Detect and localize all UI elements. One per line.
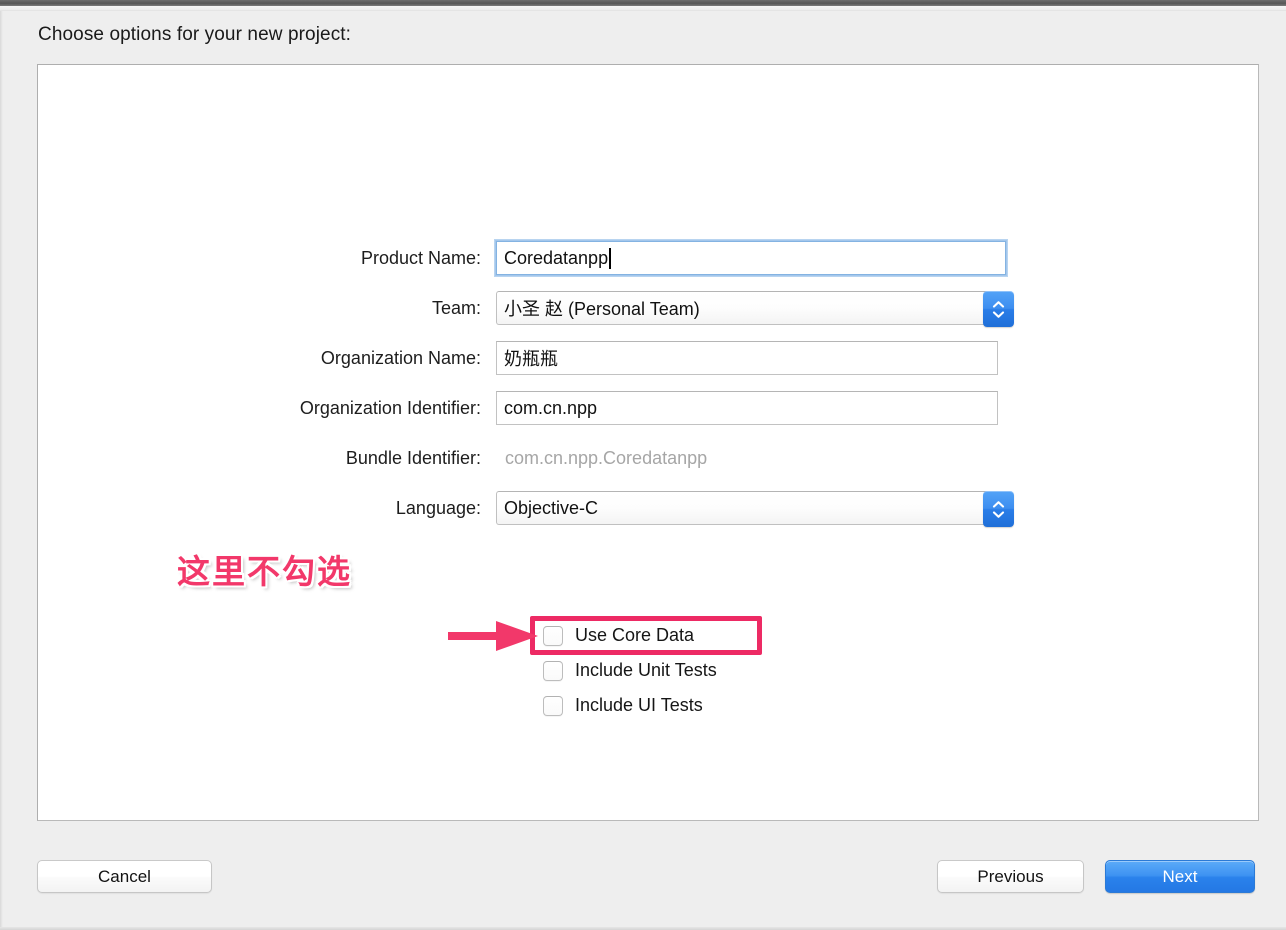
chevron-down-icon bbox=[992, 510, 1005, 518]
language-label: Language: bbox=[395, 497, 481, 518]
use-core-data-checkbox[interactable] bbox=[543, 625, 563, 646]
use-core-data-label: Use Core Data bbox=[575, 625, 695, 645]
organization-identifier-input[interactable]: com.cn.npp bbox=[496, 391, 998, 425]
annotation-text: 这里不勾选 bbox=[177, 552, 352, 591]
organization-name-label: Organization Name: bbox=[320, 347, 481, 368]
form-row-organization-identifier: Organization Identifier: com.cn.npp bbox=[38, 383, 1258, 433]
checkbox-row-include-unit-tests: Include Unit Tests bbox=[543, 653, 717, 688]
product-name-value: Coredatanpp bbox=[504, 247, 609, 268]
options-panel: Product Name: Coredatanpp Team: 小圣 赵 (Pe… bbox=[37, 64, 1259, 821]
bundle-identifier-value: com.cn.npp.Coredatanpp bbox=[505, 447, 708, 468]
annotation-arrow-icon bbox=[448, 621, 538, 651]
chevron-up-icon bbox=[992, 500, 1005, 508]
include-unit-tests-checkbox[interactable] bbox=[543, 660, 563, 681]
chevron-up-icon bbox=[992, 300, 1005, 308]
team-select[interactable]: 小圣 赵 (Personal Team) bbox=[496, 291, 1014, 327]
form-row-bundle-identifier: Bundle Identifier: com.cn.npp.Coredatanp… bbox=[38, 433, 1258, 483]
project-options-checkbox-group: Use Core Data Include Unit Tests Include… bbox=[543, 618, 717, 723]
bundle-identifier-label: Bundle Identifier: bbox=[345, 447, 481, 468]
checkbox-row-include-ui-tests: Include UI Tests bbox=[543, 688, 717, 723]
include-unit-tests-label: Include Unit Tests bbox=[575, 660, 717, 680]
language-stepper[interactable] bbox=[983, 491, 1014, 527]
window-left-edge bbox=[0, 11, 3, 930]
page-title: Choose options for your new project: bbox=[38, 24, 352, 45]
product-name-input[interactable]: Coredatanpp bbox=[494, 239, 1008, 277]
checkbox-row-use-core-data: Use Core Data bbox=[543, 618, 717, 653]
product-name-label: Product Name: bbox=[360, 247, 481, 268]
form-row-team: Team: 小圣 赵 (Personal Team) bbox=[38, 283, 1258, 333]
language-select[interactable]: Objective-C bbox=[496, 491, 1014, 527]
team-value: 小圣 赵 (Personal Team) bbox=[504, 299, 700, 319]
text-caret bbox=[609, 247, 611, 269]
previous-button[interactable]: Previous bbox=[937, 860, 1084, 893]
organization-identifier-label: Organization Identifier: bbox=[299, 397, 481, 418]
language-value: Objective-C bbox=[504, 497, 599, 518]
team-stepper[interactable] bbox=[983, 291, 1014, 327]
chevron-down-icon bbox=[992, 310, 1005, 318]
team-label: Team: bbox=[431, 297, 481, 318]
cancel-button[interactable]: Cancel bbox=[37, 860, 212, 893]
organization-name-value: 奶瓶瓶 bbox=[504, 349, 558, 369]
include-ui-tests-checkbox[interactable] bbox=[543, 695, 563, 716]
form-row-language: Language: Objective-C bbox=[38, 483, 1258, 533]
form-row-product-name: Product Name: Coredatanpp bbox=[38, 233, 1258, 283]
next-button[interactable]: Next bbox=[1105, 860, 1255, 893]
form-row-organization-name: Organization Name: 奶瓶瓶 bbox=[38, 333, 1258, 383]
organization-name-input[interactable]: 奶瓶瓶 bbox=[496, 341, 998, 375]
project-options-form: Product Name: Coredatanpp Team: 小圣 赵 (Pe… bbox=[38, 233, 1258, 533]
organization-identifier-value: com.cn.npp bbox=[504, 397, 598, 418]
include-ui-tests-label: Include UI Tests bbox=[575, 695, 703, 715]
window-titlebar-sheen bbox=[0, 6, 1286, 11]
